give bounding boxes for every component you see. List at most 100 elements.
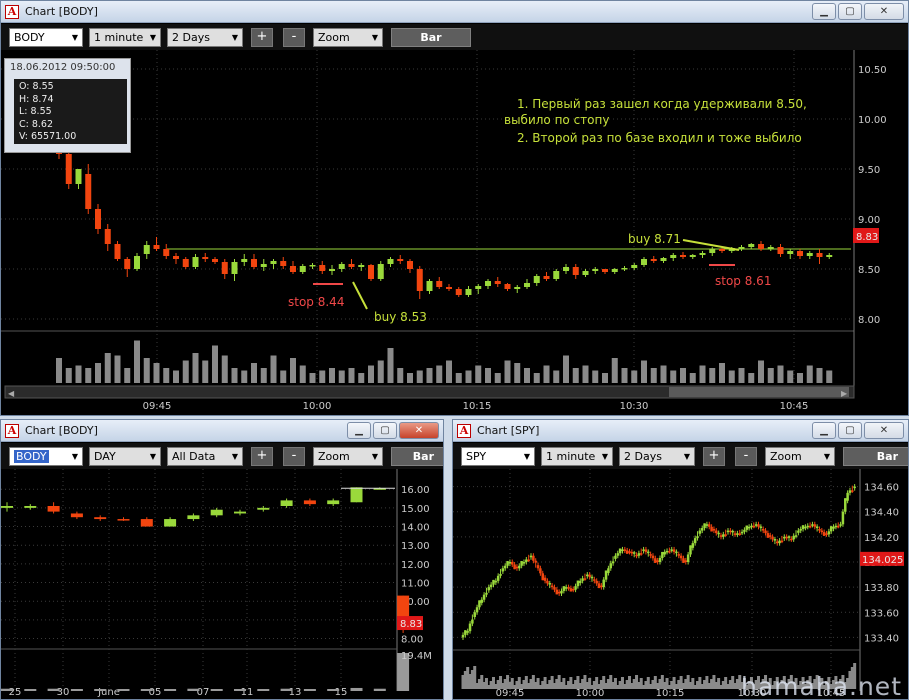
price-candle [733,533,737,535]
price-candle [534,560,537,563]
price-tick-label: 12.00 [401,560,430,571]
price-candle [511,562,514,565]
zoom-out-button[interactable]: - [283,28,305,47]
volume-bar [621,368,628,383]
volume-bar [446,360,452,383]
price-candle [715,530,718,534]
scrollbar-thumb [669,387,849,397]
window-title: Chart [SPY] [477,424,540,437]
price-candle [499,573,502,576]
range-combo[interactable]: 2 Days ▼ [619,447,695,466]
buy-arrow [352,281,368,310]
volume-bar [680,368,686,383]
price-candle [658,557,662,562]
close-button[interactable]: ✕ [399,422,439,439]
price-candle [564,587,568,589]
spy-titlebar[interactable]: A Chart [SPY] ▁ ▢ ✕ [453,420,908,442]
symbol-combo[interactable]: BODY ▼ [9,447,83,466]
price-candle [436,281,443,287]
price-candle [844,498,847,512]
volume-bar [173,370,179,383]
price-candle [600,585,603,588]
price-candle [649,554,652,556]
zoom-combo[interactable]: Zoom ▼ [313,28,383,47]
daily-titlebar[interactable]: A Chart [BODY] ▁ ▢ ✕ [1,420,443,442]
price-candle [257,507,270,510]
maximize-button[interactable]: ▢ [838,422,862,439]
close-button[interactable]: ✕ [864,422,904,439]
price-candle [813,524,817,527]
price-tick-label: 9.50 [858,165,880,176]
maximize-button[interactable]: ▢ [373,422,397,439]
volume-bar [387,348,394,383]
bar-type-button[interactable]: Bar [391,447,443,466]
daily-toolbar: BODY ▼ DAY ▼ All Data ▼ + - Zoom ▼ Bar [1,443,443,469]
zoom-value: Zoom [318,450,350,463]
price-candle [397,259,404,261]
bar-type-button[interactable]: Bar [843,447,908,466]
price-candle [783,536,786,539]
price-candle [251,259,257,267]
price-candle [377,264,384,279]
symbol-combo[interactable]: BODY ▼ [9,28,83,47]
window-title: Chart [BODY] [25,424,98,437]
price-candle [698,530,702,534]
price-candle [461,634,465,638]
range-combo[interactable]: All Data ▼ [167,447,243,466]
volume-bar [582,365,589,383]
chevron-down-icon: ▼ [601,452,609,461]
minimize-button[interactable]: ▁ [812,3,836,20]
time-tick-label: 10:15 [463,401,492,412]
zoom-in-button[interactable]: + [251,28,273,47]
price-candle [455,289,462,295]
interval-combo[interactable]: DAY ▼ [89,447,161,466]
interval-combo[interactable]: 1 minute ▼ [89,28,161,47]
maximize-button[interactable]: ▢ [838,3,862,20]
interval-combo[interactable]: 1 minute ▼ [541,447,613,466]
price-tick-label: 8.00 [858,315,880,326]
price-candle [808,525,812,528]
spy-chart-area[interactable]: 134.60134.40134.20134.00133.80133.60133.… [453,469,909,700]
range-combo[interactable]: 2 Days ▼ [167,28,243,47]
main-chart-area[interactable]: 10.50 10.00 9.50 9.00 8.50 8.00 09:45 10:00 10:1… [1,50,909,416]
price-candle [748,244,755,247]
price-candle [231,262,238,274]
price-candle [548,583,552,585]
zoom-out-button[interactable]: - [283,447,305,466]
price-candle [621,549,624,551]
price-candle [480,599,484,603]
zoom-in-button[interactable]: + [251,447,273,466]
minimize-button[interactable]: ▁ [347,422,371,439]
price-candle [611,561,615,564]
volume-bar [660,365,667,383]
date-tick-label: 15 [335,687,348,698]
volume-bar [202,360,209,383]
zoom-combo[interactable]: Zoom ▼ [765,447,835,466]
chevron-down-icon: ▼ [231,33,239,42]
zoom-combo[interactable]: Zoom ▼ [313,447,383,466]
price-candle [309,265,316,267]
close-button[interactable]: ✕ [864,3,904,20]
volume-bar [738,368,745,383]
zoom-in-button[interactable]: + [703,447,725,466]
price-candle [621,268,628,270]
price-candle [327,500,340,505]
volume-bar [475,365,482,383]
symbol-combo[interactable]: SPY ▼ [461,447,535,466]
price-candle [848,490,852,493]
price-candle [464,630,467,635]
price-candle [642,549,645,551]
price-candle [114,244,121,259]
price-candle [679,555,683,559]
daily-chart-area[interactable]: 16.0015.0014.0013.0012.0011.0010.009.008… [1,469,444,700]
volume-bar [631,370,638,383]
app-logo-icon: A [5,4,19,19]
bar-type-button[interactable]: Bar [391,28,471,47]
zoom-out-button[interactable]: - [735,447,757,466]
info-datetime: 18.06.2012 09:50:00 [10,62,116,73]
price-candle [787,251,794,254]
main-titlebar[interactable]: A Chart [BODY] ▁ ▢ ✕ [1,1,908,23]
price-candle [485,592,488,595]
minimize-button[interactable]: ▁ [812,422,836,439]
price-candle [387,259,394,264]
